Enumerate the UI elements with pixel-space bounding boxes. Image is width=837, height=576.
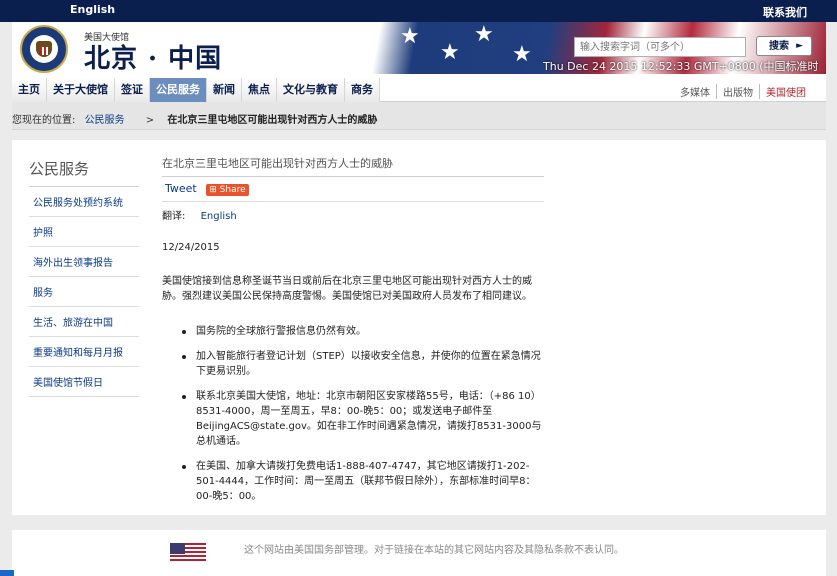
translate-label: 翻译:: [162, 211, 186, 222]
article: 在北京三里屯地区可能出现针对西方人士的威胁 Tweet ⊞ Share 翻译: …: [162, 155, 544, 514]
nav-item-news[interactable]: 新闻: [207, 78, 242, 102]
nav-item-about[interactable]: 关于大使馆: [47, 78, 115, 102]
translate-english-link[interactable]: English: [201, 211, 237, 222]
nav-item-home[interactable]: 主页: [12, 78, 47, 102]
embassy-name-title: 北京 · 中国: [84, 44, 223, 74]
share-button[interactable]: ⊞ Share: [206, 184, 249, 196]
corner-marker: [0, 570, 14, 576]
main-nav: 主页 关于大使馆 签证 公民服务 新闻 焦点 文化与教育 商务 多媒体 出版物 …: [12, 74, 826, 102]
nav-link-publications[interactable]: 出版物: [716, 84, 759, 99]
breadcrumb-label: 您现在的位置:: [12, 115, 76, 126]
sidebar-title: 公民服务: [29, 158, 139, 187]
list-item: 联系北京美国大使馆，地址：北京市朝阳区安家楼路55号，电话：（+86 10）85…: [182, 389, 544, 449]
article-title: 在北京三里屯地区可能出现针对西方人士的威胁: [162, 155, 544, 177]
sidebar-item-passport[interactable]: 护照: [29, 217, 139, 247]
nav-item-visa[interactable]: 签证: [115, 78, 150, 102]
nav-item-business[interactable]: 商务: [345, 78, 380, 102]
article-bullets: 国务院的全球旅行警报信息仍然有效。 加入智能旅行者登记计划（STEP）以接收安全…: [182, 324, 544, 504]
search-button[interactable]: 搜索 ►: [756, 36, 812, 56]
nav-item-focus[interactable]: 焦点: [242, 78, 277, 102]
breadcrumb-section-link[interactable]: 公民服务: [85, 115, 125, 126]
sidebar-item-appointment[interactable]: 公民服务处预约系统: [29, 187, 139, 217]
star-icon: ★: [474, 22, 494, 47]
share-row: Tweet ⊞ Share: [162, 177, 544, 199]
nav-item-citizen-services[interactable]: 公民服务: [150, 78, 207, 102]
us-flag-icon: [170, 543, 206, 563]
list-item: 国务院的全球旅行警报信息仍然有效。: [182, 324, 544, 339]
search-button-label: 搜索: [769, 41, 789, 52]
footer: 这个网站由美国国务部管理。对于链接在本站的其它网站内容及其隐私条款不表认同。: [12, 530, 826, 576]
share-button-label: Share: [219, 185, 246, 195]
nav-item-culture-education[interactable]: 文化与教育: [277, 78, 345, 102]
breadcrumb: 您现在的位置: 公民服务 > 在北京三里屯地区可能出现针对西方人士的威胁: [12, 102, 826, 130]
sidebar-item-birth-report[interactable]: 海外出生领事报告: [29, 247, 139, 277]
sidebar-item-holidays[interactable]: 美国使馆节假日: [29, 367, 139, 397]
nav-link-multimedia[interactable]: 多媒体: [674, 84, 716, 99]
datetime-display: Thu Dec 24 2015 12:52:33 GMT+0800 (中国标准时…: [543, 60, 819, 73]
contact-us-link[interactable]: 联系我们: [763, 4, 807, 20]
top-bar: English 联系我们: [0, 0, 837, 22]
content-panel: 公民服务 公民服务处预约系统 护照 海外出生领事报告 服务 生活、旅游在中国 重…: [12, 140, 826, 515]
arrow-right-icon: ►: [796, 41, 803, 51]
search-input[interactable]: [574, 37, 746, 57]
sidebar-item-services[interactable]: 服务: [29, 277, 139, 307]
star-icon: ★: [440, 40, 460, 65]
article-date: 12/24/2015: [162, 242, 220, 253]
translate-row: 翻译: English: [162, 201, 544, 222]
english-link[interactable]: English: [70, 3, 115, 16]
list-item: 在美国、加拿大请拨打免费电话1-888-407-4747，其它地区请拨打1-20…: [182, 459, 544, 504]
breadcrumb-current: 在北京三里屯地区可能出现针对西方人士的威胁: [167, 115, 378, 126]
nav-link-us-mission[interactable]: 美国使团: [759, 84, 812, 99]
sidebar-item-notices[interactable]: 重要通知和每月月报: [29, 337, 139, 367]
embassy-seal-logo[interactable]: [20, 25, 68, 73]
star-icon: ★: [400, 24, 420, 49]
star-icon: ★: [512, 42, 532, 67]
footer-text: 这个网站由美国国务部管理。对于链接在本站的其它网站内容及其隐私条款不表认同。: [244, 545, 624, 556]
sidebar: 公民服务 公民服务处预约系统 护照 海外出生领事报告 服务 生活、旅游在中国 重…: [29, 158, 139, 397]
header-banner: 美国大使馆 北京 · 中国 ★ ★ ★ ★ 搜索 ► Thu Dec 24 20…: [12, 22, 826, 74]
breadcrumb-separator: >: [145, 115, 155, 126]
tweet-button[interactable]: Tweet: [165, 182, 197, 195]
list-item: 加入智能旅行者登记计划（STEP）以接收安全信息，并使你的位置在紧急情况下更易识…: [182, 349, 544, 379]
sidebar-item-living-travel[interactable]: 生活、旅游在中国: [29, 307, 139, 337]
article-paragraph: 美国使馆接到信息称圣诞节当日或前后在北京三里屯地区可能出现针对西方人士的威胁。强…: [162, 276, 532, 302]
